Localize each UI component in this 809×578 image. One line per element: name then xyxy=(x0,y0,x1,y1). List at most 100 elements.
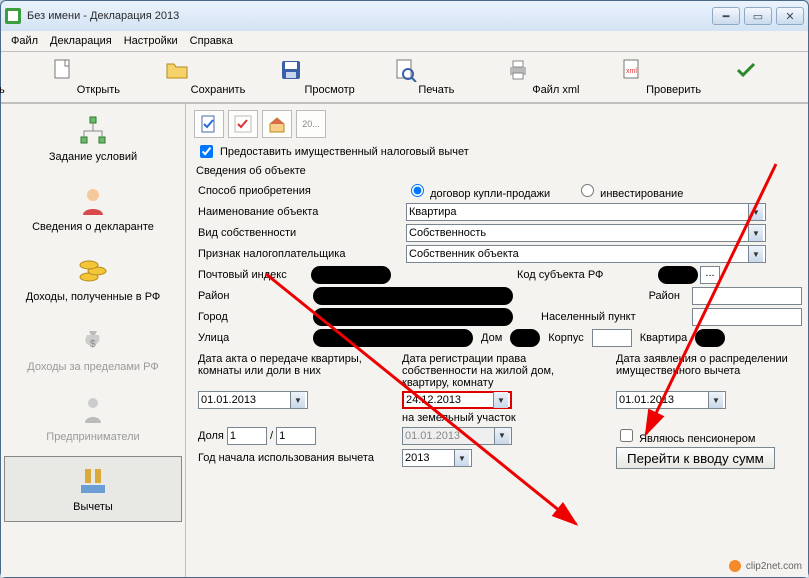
share-den-field[interactable] xyxy=(276,427,316,445)
check-icon xyxy=(734,58,758,82)
tool-check-label: Проверить xyxy=(646,84,809,96)
region-code-label: Код субъекта РФ xyxy=(517,269,652,281)
start-year-label: Год начала использования вычета xyxy=(198,452,388,464)
watermark-text: clip2net.com xyxy=(746,561,802,572)
flat-label: Квартира xyxy=(640,332,688,344)
city-label: Город xyxy=(198,311,305,323)
menu-declaration[interactable]: Декларация xyxy=(50,35,112,47)
ownership-label: Вид собственности xyxy=(198,227,398,239)
taxpayer-value: Собственник объекта xyxy=(409,248,519,260)
open-folder-icon xyxy=(165,58,189,82)
main-toolbar: Создать Открыть Сохранить Просмотр Печат… xyxy=(1,52,808,103)
radio-buy[interactable] xyxy=(411,184,424,197)
col3-label: Дата заявления о распределении имуществе… xyxy=(616,353,791,389)
region-lookup-button[interactable]: ... xyxy=(700,266,720,284)
sidebar-item-deductions[interactable]: Вычеты xyxy=(4,456,182,522)
pensioner-checkbox[interactable] xyxy=(620,429,633,442)
radio-invest[interactable] xyxy=(581,184,594,197)
postal-field-redacted[interactable] xyxy=(311,266,391,284)
watermark: clip2net.com xyxy=(728,559,802,573)
date2-field[interactable]: 24.12.2013 ▼ xyxy=(402,391,512,409)
close-button[interactable]: ✕ xyxy=(776,7,804,25)
street-label: Улица xyxy=(198,332,305,344)
date3-field[interactable]: 01.01.2013 ▼ xyxy=(616,391,726,409)
house-field-redacted[interactable] xyxy=(510,329,540,347)
menu-file[interactable]: Файл xyxy=(11,35,38,47)
date-land-field[interactable]: 01.01.2013 ▼ xyxy=(402,427,512,445)
menu-help[interactable]: Справка xyxy=(190,35,233,47)
maximize-button[interactable]: ▭ xyxy=(744,7,772,25)
ownership-combo[interactable]: Собственность ▼ xyxy=(406,224,766,242)
mini-btn-redcheck[interactable] xyxy=(228,110,258,138)
minimize-button[interactable]: ━ xyxy=(712,7,740,25)
date-land-value: 01.01.2013 xyxy=(405,430,460,442)
sidebar-item-income-rf[interactable]: Доходы, полученные в РФ xyxy=(4,246,182,312)
sidebar-entrepreneurs-label: Предприниматели xyxy=(46,431,139,443)
start-year-value: 2013 xyxy=(405,452,429,464)
person-icon xyxy=(77,185,109,217)
flat-field-redacted[interactable] xyxy=(695,329,725,347)
pensioner-label: Являюсь пенсионером xyxy=(639,433,755,445)
sidebar-item-conditions[interactable]: Задание условий xyxy=(4,106,182,172)
preview-icon xyxy=(393,58,417,82)
goto-sums-label: Перейти к вводу сумм xyxy=(627,451,764,466)
chevron-down-icon: ▼ xyxy=(454,450,469,466)
sidebar-income-abroad-label: Доходы за пределами РФ xyxy=(27,361,158,373)
share-slash: / xyxy=(270,430,273,442)
sidebar-income-rf-label: Доходы, полученные в РФ xyxy=(26,291,161,303)
sidebar-item-income-abroad[interactable]: $ Доходы за пределами РФ xyxy=(4,316,182,382)
menubar: Файл Декларация Настройки Справка xyxy=(1,31,808,52)
mini-btn-doc[interactable] xyxy=(194,110,224,138)
new-file-icon xyxy=(51,58,75,82)
mini-btn-20[interactable]: 20... xyxy=(296,110,326,138)
start-year-field[interactable]: 2013 ▼ xyxy=(402,449,472,467)
svg-text:xml: xml xyxy=(626,68,637,75)
businessman-icon xyxy=(77,395,109,427)
date3-value: 01.01.2013 xyxy=(619,394,674,406)
radio-buy-wrap[interactable]: договор купли-продажи xyxy=(406,181,550,200)
red-check-icon xyxy=(234,115,252,133)
xml-file-icon: xml xyxy=(620,58,644,82)
region-code-field-redacted[interactable] xyxy=(658,266,698,284)
deductions-icon xyxy=(77,465,109,497)
titlebar: Без имени - Декларация 2013 ━ ▭ ✕ xyxy=(1,1,808,31)
window-title: Без имени - Декларация 2013 xyxy=(27,10,712,22)
menu-settings[interactable]: Настройки xyxy=(124,35,178,47)
date1-field[interactable]: 01.01.2013 ▼ xyxy=(198,391,308,409)
ownership-value: Собственность xyxy=(409,227,486,239)
district-field-redacted[interactable] xyxy=(313,287,513,305)
mini-btn-house[interactable] xyxy=(262,110,292,138)
taxpayer-combo[interactable]: Собственник объекта ▼ xyxy=(406,245,766,263)
house-label: Дом xyxy=(481,332,502,344)
print-icon xyxy=(506,58,530,82)
moneybag-icon: $ xyxy=(77,325,109,357)
pensioner-wrap[interactable]: Являюсь пенсионером xyxy=(616,433,755,445)
locality-field[interactable] xyxy=(692,308,802,326)
provide-deduction-checkbox[interactable] xyxy=(200,145,213,158)
chevron-down-icon: ▼ xyxy=(748,204,763,220)
radio-invest-wrap[interactable]: инвестирование xyxy=(576,181,683,200)
radio-buy-label: договор купли-продажи xyxy=(430,188,550,200)
block-field[interactable] xyxy=(592,329,632,347)
object-name-value: Квартира xyxy=(409,206,457,218)
col1-label: Дата акта о передаче квартиры, комнаты и… xyxy=(198,353,388,389)
chevron-down-icon: ▼ xyxy=(748,246,763,262)
district2-field[interactable] xyxy=(692,287,802,305)
provide-deduction-label: Предоставить имущественный налоговый выч… xyxy=(220,146,469,158)
object-name-combo[interactable]: Квартира ▼ xyxy=(406,203,766,221)
goto-sums-button[interactable]: Перейти к вводу сумм xyxy=(616,447,775,469)
street-field-redacted[interactable] xyxy=(313,329,473,347)
chevron-down-icon: ▼ xyxy=(290,392,305,408)
tool-check[interactable]: Проверить xyxy=(694,56,798,98)
content-panel: 20... Предоставить имущественный налогов… xyxy=(186,104,808,577)
mini-toolbar: 20... xyxy=(194,110,802,138)
sidebar-conditions-label: Задание условий xyxy=(49,151,137,163)
mini-20-label: 20... xyxy=(302,119,320,129)
city-field-redacted[interactable] xyxy=(313,308,513,326)
object-name-label: Наименование объекта xyxy=(198,206,398,218)
share-num-field[interactable] xyxy=(227,427,267,445)
taxpayer-label: Признак налогоплательщика xyxy=(198,248,398,260)
coins-icon xyxy=(77,255,109,287)
sidebar-item-entrepreneurs[interactable]: Предприниматели xyxy=(4,386,182,452)
sidebar-item-declarant[interactable]: Сведения о декларанте xyxy=(4,176,182,242)
